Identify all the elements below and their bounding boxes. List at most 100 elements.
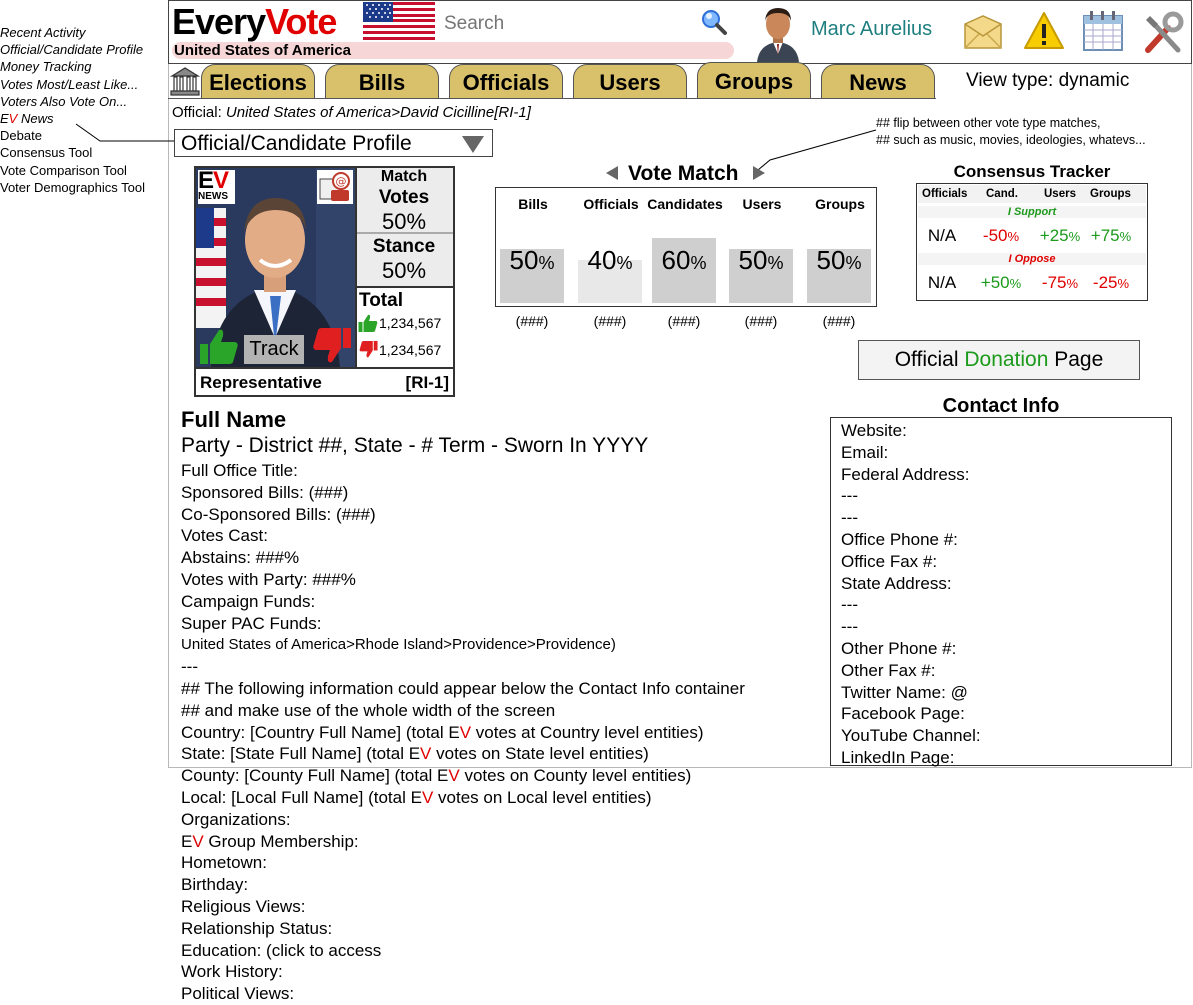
info-line: ---: [181, 657, 198, 677]
consensus-header-row: Officials Cand. Users Groups: [918, 185, 1146, 203]
vote-match-count: (###): [667, 313, 701, 329]
info-line: State: [State Full Name] (total EV votes…: [181, 744, 649, 764]
vote-match-column-label: Groups: [815, 196, 865, 212]
info-line: Local: [Local Full Name] (total EV votes…: [181, 787, 652, 807]
vote-match-count: (###): [515, 313, 549, 329]
contact-info-line: Federal Address:: [841, 464, 970, 484]
info-line: Hometown:: [181, 853, 267, 873]
consensus-value: -50%: [982, 226, 1020, 245]
info-line: Birthday:: [181, 875, 249, 895]
contact-info-list: Website: Email: Federal Address: --- --- Offi…: [841, 420, 981, 769]
consensus-header: Users: [1044, 188, 1076, 200]
contact-info-line: Other Fax #:: [841, 660, 936, 680]
downvote-count: 1,234,567: [379, 342, 442, 358]
thumbs-up-icon[interactable]: [199, 326, 239, 366]
annotation-note: ## flip between other vote type matches,…: [876, 115, 1146, 149]
info-line[interactable]: Education: (click to access: [181, 940, 745, 962]
votes-label: Votes: [378, 187, 430, 208]
contact-info-line: Other Phone #:: [841, 638, 957, 658]
info-line: Super PAC Funds:: [181, 613, 322, 633]
stance-label: Stance: [372, 236, 436, 257]
vote-match-column-label: Officials: [583, 196, 639, 212]
info-line: Co-Sponsored Bills: (###): [181, 504, 376, 524]
thumbs-down-icon[interactable]: [310, 326, 352, 368]
stance-percent: 50%: [381, 258, 427, 283]
consensus-header: Officials: [922, 188, 968, 200]
ev-news-badge[interactable]: EV NEWS: [198, 169, 235, 204]
info-line: County: [County Full Name] (total EV vot…: [181, 766, 692, 786]
full-name-heading: Full Name: [181, 407, 287, 432]
contact-info-line: ---: [841, 508, 858, 528]
calendar-icon[interactable]: [1080, 8, 1126, 54]
contact-card-icon[interactable]: @: [317, 170, 353, 204]
consensus-value: N/A: [927, 226, 957, 245]
alert-icon[interactable]: [1023, 10, 1065, 52]
vote-match-count: (###): [822, 313, 856, 329]
tools-icon[interactable]: [1140, 10, 1186, 56]
vote-match-value: 50%: [509, 245, 555, 275]
annotation-line: ## flip between other vote type matches,: [876, 116, 1101, 130]
track-button[interactable]: Track: [244, 335, 304, 364]
svg-text:@: @: [336, 175, 347, 188]
contact-info-line: State Address:: [841, 573, 952, 593]
annotation-line: ## such as music, movies, ideologies, wh…: [876, 133, 1146, 147]
consensus-header: Groups: [1090, 188, 1131, 200]
contact-info-line: Website:: [841, 421, 907, 440]
contact-info-line: ---: [841, 617, 858, 637]
info-line: Country: [Country Full Name] (total EV v…: [181, 722, 704, 742]
info-line: Relationship Status:: [181, 918, 333, 938]
info-line: Organizations:: [181, 809, 291, 829]
upvote-count: 1,234,567: [379, 315, 442, 331]
vote-match-value: 50%: [738, 245, 784, 275]
consensus-value: -75%: [1041, 273, 1079, 292]
info-line: Votes Cast:: [181, 526, 268, 546]
match-label: Match: [380, 168, 428, 185]
info-line: Abstains: ###%: [181, 548, 300, 568]
info-list: Full Office Title: Sponsored Bills: (###)…: [181, 460, 745, 1005]
vote-match-value: 50%: [816, 245, 862, 275]
party-line: Party - District ##, State - # Term - Sw…: [181, 434, 649, 457]
contact-info-line: Twitter Name: @: [841, 682, 968, 702]
contact-info-title: Contact Info: [942, 395, 1060, 417]
consensus-title: Consensus Tracker: [953, 162, 1111, 181]
oppose-label: I Oppose: [918, 253, 1146, 265]
vote-match-column-label: Users: [742, 196, 782, 212]
match-divider: [357, 232, 453, 234]
contact-info-line: Facebook Page:: [841, 704, 965, 724]
info-line: EV Group Membership:: [181, 831, 359, 851]
vote-match-prev-button[interactable]: [606, 166, 618, 180]
consensus-value: N/A: [927, 273, 957, 292]
consensus-value: +75%: [1090, 226, 1132, 245]
vote-match-title: Vote Match: [628, 162, 739, 185]
support-label: I Support: [918, 206, 1146, 218]
info-line: Political Views:: [181, 984, 295, 1004]
consensus-value: +50%: [980, 273, 1022, 292]
consensus-value: -25%: [1092, 273, 1130, 292]
vote-match-next-button[interactable]: [753, 166, 765, 180]
vote-match-value: 40%: [587, 245, 633, 275]
info-line: Work History:: [181, 962, 283, 982]
consensus-value: +25%: [1039, 226, 1081, 245]
total-label: Total: [359, 290, 403, 311]
vote-match-count: (###): [593, 313, 627, 329]
info-line: Votes with Party: ###%: [181, 569, 356, 589]
thumbs-down-icon[interactable]: [358, 340, 378, 360]
contact-info-line: Email:: [841, 442, 889, 462]
info-line: Campaign Funds:: [181, 591, 316, 611]
donation-page-button[interactable]: Official Donation Page: [858, 340, 1140, 380]
contact-info-line: Office Fax #:: [841, 551, 938, 571]
vote-match-column-label: Bills: [518, 196, 548, 212]
info-line: Sponsored Bills: (###): [181, 482, 349, 502]
info-line: Religious Views:: [181, 896, 306, 916]
contact-info-line: YouTube Channel:: [841, 726, 981, 746]
consensus-header: Cand.: [986, 188, 1018, 200]
contact-info-line: LinkedIn Page:: [841, 747, 955, 767]
vote-match-column-label: Candidates: [647, 196, 723, 212]
view-type-toggle[interactable]: View type: dynamic: [966, 70, 1129, 92]
info-line: ## and make use of the whole width of th…: [181, 700, 556, 720]
district-code: [RI-1]: [405, 373, 449, 392]
mail-icon[interactable]: [962, 12, 1004, 52]
vote-match-count: (###): [744, 313, 778, 329]
thumbs-up-icon[interactable]: [358, 313, 378, 333]
card-footer: Representative [RI-1]: [196, 367, 453, 395]
